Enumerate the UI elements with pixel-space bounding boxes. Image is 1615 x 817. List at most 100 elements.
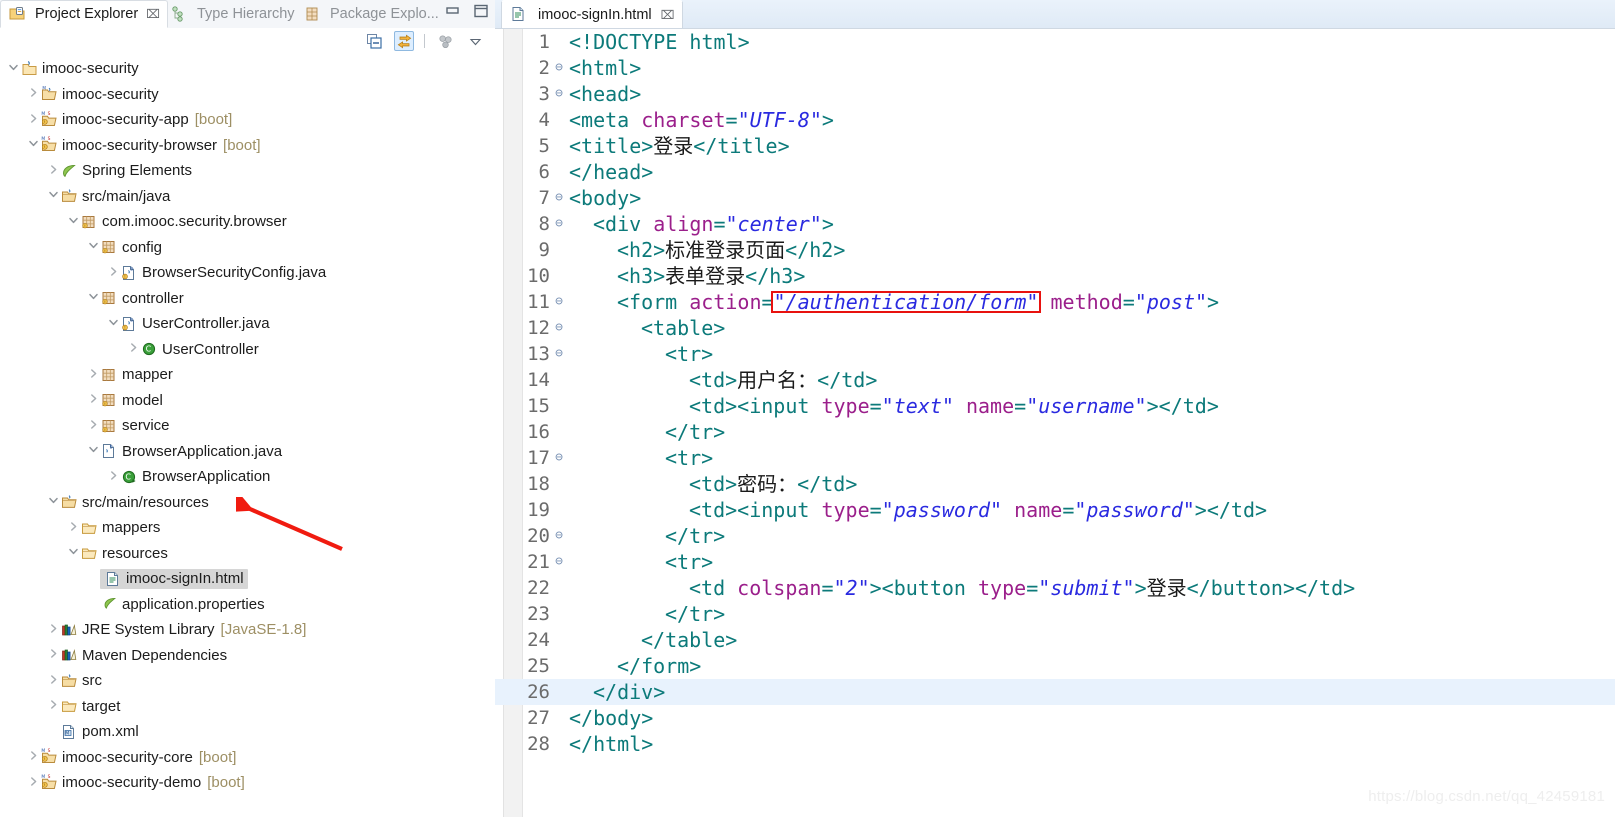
code-line[interactable]: 2 ⊖ <html> <box>495 55 1615 81</box>
project-tree[interactable]: imooc-security Mimooc-security! M Simooc-se… <box>0 54 495 817</box>
twisty-collapsed-icon[interactable] <box>66 521 80 535</box>
tree-item-browserapplication[interactable]: C BrowserApplication <box>0 464 495 490</box>
twisty-expanded-icon[interactable] <box>106 317 120 331</box>
tree-item-usercontroller-java[interactable]: S! UserController.java <box>0 311 495 337</box>
close-icon[interactable]: ⌧ <box>146 7 160 21</box>
fold-toggle-icon[interactable]: ⊖ <box>553 549 565 575</box>
twisty-collapsed-icon[interactable] <box>86 393 100 407</box>
code-viewport[interactable]: 1 <!DOCTYPE html> 2 ⊖ <html> 3 ⊖ <head> 4 <meta c… <box>495 29 1615 817</box>
fold-toggle-icon[interactable]: ⊖ <box>553 289 565 315</box>
code-line[interactable]: 10 <h3>表单登录</h3> <box>495 263 1615 289</box>
code-line[interactable]: 5 <title>登录</title> <box>495 133 1615 159</box>
tree-item-model[interactable]: ! model <box>0 388 495 414</box>
tree-item-imooc-security-browser[interactable]: ! M Simooc-security-browser [boot] <box>0 133 495 159</box>
tree-item-pom-xml[interactable]: Mpom.xml <box>0 719 495 745</box>
code-line[interactable]: 21 ⊖ <tr> <box>495 549 1615 575</box>
minimize-icon[interactable] <box>445 4 461 18</box>
tree-item-com-imooc-security-browser[interactable]: ! com.imooc.security.browser <box>0 209 495 235</box>
code-line[interactable]: 23 </tr> <box>495 601 1615 627</box>
twisty-collapsed-icon[interactable] <box>26 776 40 790</box>
tree-item-service[interactable]: ! service <box>0 413 495 439</box>
code-line[interactable]: 14 <td>用户名：</td> <box>495 367 1615 393</box>
code-line[interactable]: 4 <meta charset="UTF-8"> <box>495 107 1615 133</box>
code-line[interactable]: 3 ⊖ <head> <box>495 81 1615 107</box>
collapse-all-button[interactable] <box>364 31 384 51</box>
code-line[interactable]: 27 </body> <box>495 705 1615 731</box>
code-line[interactable]: 20 ⊖ </tr> <box>495 523 1615 549</box>
twisty-collapsed-icon[interactable] <box>46 648 60 662</box>
tab-package-explorer[interactable]: Package Explo... <box>296 0 446 28</box>
tree-item-imooc-signin-html[interactable]: imooc-signIn.html <box>0 566 495 592</box>
twisty-expanded-icon[interactable] <box>26 138 40 152</box>
twisty-collapsed-icon[interactable] <box>106 470 120 484</box>
fold-toggle-icon[interactable]: ⊖ <box>553 211 565 237</box>
twisty-collapsed-icon[interactable] <box>26 750 40 764</box>
twisty-collapsed-icon[interactable] <box>46 674 60 688</box>
code-line[interactable]: 18 <td>密码：</td> <box>495 471 1615 497</box>
tree-item-src-main-java[interactable]: src/main/java <box>0 184 495 210</box>
close-icon[interactable]: ⌧ <box>661 8 675 22</box>
fold-toggle-icon[interactable]: ⊖ <box>553 81 565 107</box>
tree-item-maven-dependencies[interactable]: Maven Dependencies <box>0 643 495 669</box>
code-line[interactable]: 26 </div> <box>495 679 1615 705</box>
twisty-expanded-icon[interactable] <box>6 62 20 76</box>
code-line[interactable]: 15 <td><input type="text" name="username"… <box>495 393 1615 419</box>
code-line[interactable]: 28 </html> <box>495 731 1615 757</box>
tree-item-jre-system-library[interactable]: JRE System Library [JavaSE-1.8] <box>0 617 495 643</box>
tab-type-hierarchy[interactable]: Type Hierarchy <box>163 0 302 28</box>
tree-item-imooc-security-demo[interactable]: ! M Simooc-security-demo [boot] <box>0 770 495 796</box>
code-line[interactable]: 7 ⊖ <body> <box>495 185 1615 211</box>
code-line[interactable]: 9 <h2>标准登录页面</h2> <box>495 237 1615 263</box>
code-line[interactable]: 11 ⊖ <form action="/authentication/form" m… <box>495 289 1615 315</box>
tree-item-src[interactable]: src <box>0 668 495 694</box>
tab-project-explorer[interactable]: Project Explorer ⌧ <box>0 0 168 28</box>
tree-item-mapper[interactable]: mapper <box>0 362 495 388</box>
twisty-collapsed-icon[interactable] <box>46 699 60 713</box>
twisty-expanded-icon[interactable] <box>86 240 100 254</box>
code-line[interactable]: 17 ⊖ <tr> <box>495 445 1615 471</box>
twisty-collapsed-icon[interactable] <box>26 87 40 101</box>
code-line[interactable]: 22 <td colspan="2"><button type="submit">… <box>495 575 1615 601</box>
twisty-collapsed-icon[interactable] <box>86 368 100 382</box>
view-menu-dots-button[interactable] <box>435 31 455 51</box>
code-line[interactable]: 8 ⊖ <div align="center"> <box>495 211 1615 237</box>
tree-item-config[interactable]: ! config <box>0 235 495 261</box>
tree-item-imooc-security[interactable]: imooc-security <box>0 56 495 82</box>
code-lines[interactable]: 1 <!DOCTYPE html> 2 ⊖ <html> 3 ⊖ <head> 4 <meta c… <box>495 29 1615 817</box>
view-menu-chevron-down-icon[interactable] <box>465 31 485 51</box>
tree-item-browsersecurityconfig-java[interactable]: S! BrowserSecurityConfig.java <box>0 260 495 286</box>
tree-item-spring-elements[interactable]: Spring Elements <box>0 158 495 184</box>
twisty-collapsed-icon[interactable] <box>26 113 40 127</box>
code-line[interactable]: 25 </form> <box>495 653 1615 679</box>
twisty-expanded-icon[interactable] <box>86 444 100 458</box>
code-line[interactable]: 19 <td><input type="password" name="passw… <box>495 497 1615 523</box>
twisty-expanded-icon[interactable] <box>66 215 80 229</box>
tree-item-controller[interactable]: ! controller <box>0 286 495 312</box>
twisty-expanded-icon[interactable] <box>86 291 100 305</box>
twisty-expanded-icon[interactable] <box>66 546 80 560</box>
twisty-collapsed-icon[interactable] <box>86 419 100 433</box>
tree-item-application-properties[interactable]: application.properties <box>0 592 495 618</box>
code-line[interactable]: 12 ⊖ <table> <box>495 315 1615 341</box>
code-line[interactable]: 16 </tr> <box>495 419 1615 445</box>
twisty-expanded-icon[interactable] <box>46 189 60 203</box>
tree-item-usercontroller[interactable]: C UserController <box>0 337 495 363</box>
twisty-expanded-icon[interactable] <box>46 495 60 509</box>
code-line[interactable]: 6 </head> <box>495 159 1615 185</box>
twisty-collapsed-icon[interactable] <box>46 623 60 637</box>
twisty-collapsed-icon[interactable] <box>46 164 60 178</box>
tree-item-imooc-security-core[interactable]: ! M Simooc-security-core [boot] <box>0 745 495 771</box>
tree-item-imooc-security-app[interactable]: ! M Simooc-security-app [boot] <box>0 107 495 133</box>
fold-toggle-icon[interactable]: ⊖ <box>553 315 565 341</box>
tree-item-imooc-security[interactable]: Mimooc-security <box>0 82 495 108</box>
link-with-editor-button[interactable] <box>394 31 414 51</box>
code-line[interactable]: 13 ⊖ <tr> <box>495 341 1615 367</box>
fold-toggle-icon[interactable]: ⊖ <box>553 185 565 211</box>
fold-toggle-icon[interactable]: ⊖ <box>553 445 565 471</box>
maximize-icon[interactable] <box>473 4 489 18</box>
code-line[interactable]: 1 <!DOCTYPE html> <box>495 29 1615 55</box>
twisty-collapsed-icon[interactable] <box>126 342 140 356</box>
tree-item-browserapplication-java[interactable]: S BrowserApplication.java <box>0 439 495 465</box>
tree-item-target[interactable]: target <box>0 694 495 720</box>
fold-toggle-icon[interactable]: ⊖ <box>553 523 565 549</box>
